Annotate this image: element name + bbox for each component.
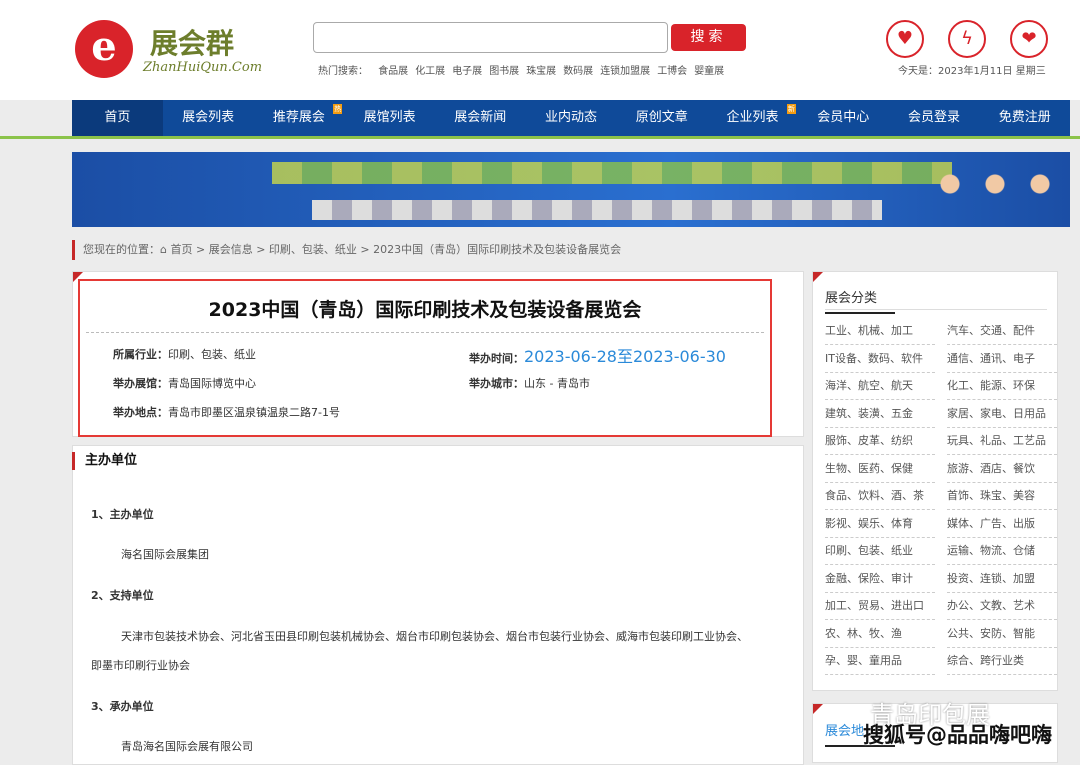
breadcrumb-link[interactable]: 印刷、包装、纸业 bbox=[269, 243, 357, 256]
nav-member[interactable]: 会员中心 bbox=[798, 100, 889, 136]
category-link[interactable]: 首饰、珠宝、美容 bbox=[947, 483, 1057, 510]
expo-dates: 2023-06-28至2023-06-30 bbox=[524, 347, 726, 366]
search-input[interactable] bbox=[313, 22, 668, 53]
nav-industry[interactable]: 业内动态 bbox=[526, 100, 617, 136]
category-link[interactable]: 运输、物流、仓储 bbox=[947, 538, 1057, 565]
hot-link[interactable]: 数码展 bbox=[563, 66, 593, 77]
category-link[interactable]: 金融、保险、审计 bbox=[825, 566, 935, 593]
breadcrumb-link[interactable]: 展会信息 bbox=[209, 243, 253, 256]
breadcrumb-label: 您现在的位置： bbox=[83, 243, 160, 256]
logo-text: 展会群 bbox=[150, 27, 235, 60]
ad-banner[interactable] bbox=[72, 152, 1070, 227]
section-heading: 主办单位 bbox=[72, 452, 137, 470]
nav-companies[interactable]: 企业列表新 bbox=[707, 100, 798, 136]
nav-login[interactable]: 会员登录 bbox=[889, 100, 980, 136]
today-date: 今天是：2023年1月11日 星期三 bbox=[898, 66, 1046, 77]
shield-icon[interactable]: ♥ bbox=[886, 20, 924, 58]
category-link[interactable]: 公共、安防、智能 bbox=[947, 621, 1057, 648]
organizers-panel: 1、主办单位 海名国际会展集团 2、支持单位 天津市包装技术协会、河北省玉田县印… bbox=[72, 445, 804, 765]
home-icon: ⌂ bbox=[160, 243, 167, 256]
logo-mark: e bbox=[75, 20, 133, 78]
main-nav: 首页 展会列表 推荐展会热 展馆列表 展会新闻 业内动态 原创文章 企业列表新 … bbox=[72, 100, 1070, 136]
category-link[interactable]: 服饰、皮革、纺织 bbox=[825, 428, 935, 455]
category-link[interactable]: 玩具、礼品、工艺品 bbox=[947, 428, 1057, 455]
category-link[interactable]: IT设备、数码、软件 bbox=[825, 346, 935, 373]
industry-value[interactable]: 印刷、包装、纸业 bbox=[168, 348, 256, 361]
category-panel: 展会分类 工业、机械、加工 汽车、交通、配件 IT设备、数码、软件 通信、通讯、电子海… bbox=[812, 271, 1058, 691]
category-link[interactable]: 通信、通讯、电子 bbox=[947, 346, 1057, 373]
lightning-icon[interactable]: ϟ bbox=[948, 20, 986, 58]
category-link[interactable]: 海洋、航空、航天 bbox=[825, 373, 935, 400]
logo-domain: ZhanHuiQun.Com bbox=[143, 60, 263, 75]
hot-link[interactable]: 化工展 bbox=[415, 66, 445, 77]
hot-badge: 热 bbox=[333, 104, 343, 114]
city-value: 山东 - 青岛市 bbox=[524, 377, 590, 390]
category-link[interactable]: 旅游、酒店、餐饮 bbox=[947, 456, 1057, 483]
venue-value[interactable]: 青岛国际博览中心 bbox=[168, 377, 256, 390]
category-link[interactable]: 孕、婴、童用品 bbox=[825, 648, 935, 675]
category-link[interactable]: 加工、贸易、进出口 bbox=[825, 593, 935, 620]
nav-news[interactable]: 展会新闻 bbox=[435, 100, 526, 136]
category-link[interactable]: 汽车、交通、配件 bbox=[947, 318, 1057, 345]
site-logo[interactable]: e 展会群 ZhanHuiQun.Com bbox=[75, 20, 265, 80]
nav-expo-list[interactable]: 展会列表 bbox=[163, 100, 254, 136]
category-link[interactable]: 综合、跨行业类 bbox=[947, 648, 1057, 675]
category-link[interactable]: 媒体、广告、出版 bbox=[947, 511, 1057, 538]
page-title: 2023中国（青岛）国际印刷技术及包装设备展览会 bbox=[208, 299, 642, 321]
breadcrumb-current: 2023中国（青岛）国际印刷技术及包装设备展览会 bbox=[373, 243, 622, 256]
category-link[interactable]: 化工、能源、环保 bbox=[947, 373, 1057, 400]
hot-link[interactable]: 工博会 bbox=[657, 66, 687, 77]
category-link[interactable]: 工业、机械、加工 bbox=[825, 318, 935, 345]
expo-info: 2023中国（青岛）国际印刷技术及包装设备展览会 所属行业：印刷、包装、纸业 举… bbox=[78, 279, 772, 437]
breadcrumb: 您现在的位置：⌂ 首页 > 展会信息 > 印刷、包装、纸业 > 2023中国（青… bbox=[72, 240, 621, 260]
hot-link[interactable]: 连锁加盟展 bbox=[600, 66, 650, 77]
category-link[interactable]: 农、林、牧、渔 bbox=[825, 621, 935, 648]
nav-articles[interactable]: 原创文章 bbox=[616, 100, 707, 136]
category-link[interactable]: 投资、连锁、加盟 bbox=[947, 566, 1057, 593]
hot-link[interactable]: 图书展 bbox=[489, 66, 519, 77]
category-link[interactable]: 影视、娱乐、体育 bbox=[825, 511, 935, 538]
heart-hand-icon[interactable]: ❤ bbox=[1010, 20, 1048, 58]
watermark-source: 搜狐号@品品嗨吧嗨 bbox=[863, 723, 1052, 747]
hot-label: 热门搜索： bbox=[318, 66, 368, 77]
category-link[interactable]: 食品、饮料、酒、茶 bbox=[825, 483, 935, 510]
hot-link[interactable]: 食品展 bbox=[378, 66, 408, 77]
hot-searches: 热门搜索： 食品展 化工展 电子展 图书展 珠宝展 数码展 连锁加盟展 工博会 婴童展 bbox=[318, 62, 731, 77]
nav-recommended[interactable]: 推荐展会热 bbox=[253, 100, 344, 136]
search-button[interactable]: 搜索 bbox=[671, 24, 746, 51]
nav-home[interactable]: 首页 bbox=[72, 100, 163, 136]
nav-register[interactable]: 免费注册 bbox=[979, 100, 1070, 136]
hot-link[interactable]: 婴童展 bbox=[694, 66, 724, 77]
hot-link[interactable]: 珠宝展 bbox=[526, 66, 556, 77]
category-link[interactable]: 生物、医药、保健 bbox=[825, 456, 935, 483]
nav-venues[interactable]: 展馆列表 bbox=[344, 100, 435, 136]
category-link[interactable]: 建筑、装潢、五金 bbox=[825, 401, 935, 428]
divider bbox=[0, 136, 1080, 139]
new-badge: 新 bbox=[786, 104, 796, 114]
category-link[interactable]: 家居、家电、日用品 bbox=[947, 401, 1057, 428]
breadcrumb-link[interactable]: 首页 bbox=[170, 243, 192, 256]
header: e 展会群 ZhanHuiQun.Com 搜索 热门搜索： 食品展 化工展 电子展图… bbox=[0, 0, 1080, 100]
category-link[interactable]: 办公、文教、艺术 bbox=[947, 593, 1057, 620]
address-value: 青岛市即墨区温泉镇温泉二路7-1号 bbox=[168, 406, 340, 419]
hot-link[interactable]: 电子展 bbox=[452, 66, 482, 77]
category-link[interactable]: 印刷、包装、纸业 bbox=[825, 538, 935, 565]
